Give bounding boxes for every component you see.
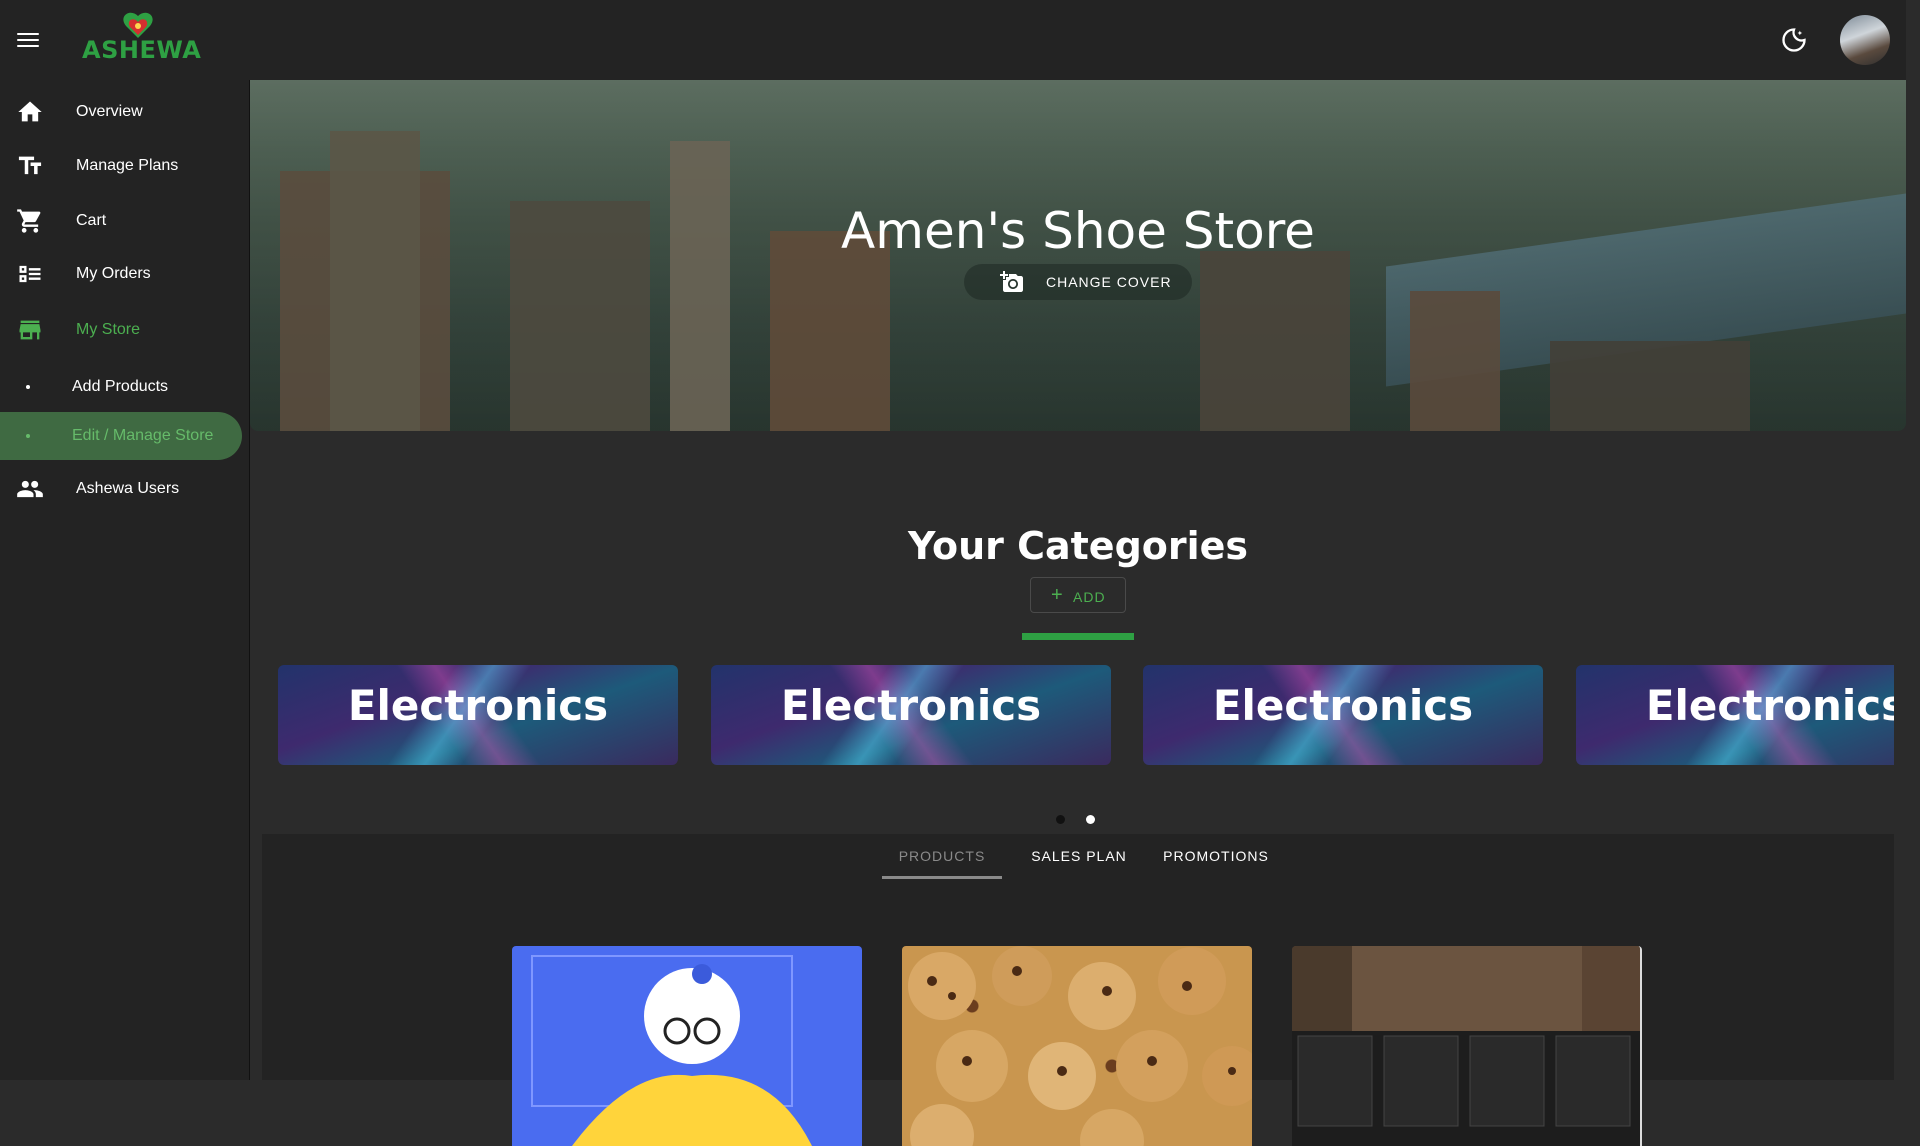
sidebar-item-my-orders[interactable]: My Orders: [0, 250, 250, 298]
active-tab-indicator: [882, 876, 1002, 879]
sidebar-item-manage-plans[interactable]: Manage Plans: [0, 142, 250, 190]
title-underline: [1022, 633, 1134, 640]
tab-promotions[interactable]: PROMOTIONS: [1146, 848, 1286, 878]
product-image[interactable]: [1292, 946, 1642, 1146]
sidebar-item-label: Add Products: [72, 378, 169, 395]
sidebar: Overview Manage Plans Cart My Orders My …: [0, 80, 250, 1080]
category-label: Electronics: [1645, 681, 1894, 730]
cover-building: [670, 141, 730, 431]
store-icon: [19, 320, 41, 340]
store-title: Amen's Shoe Store: [841, 202, 1315, 260]
sidebar-item-label: Ashewa Users: [76, 480, 180, 497]
sidebar-subitem-edit-manage-store[interactable]: Edit / Manage Store: [0, 412, 242, 460]
main-content: Amen's Shoe Store CHANGE COVER Your Cate…: [250, 80, 1906, 1146]
cover-building: [330, 131, 420, 431]
store-cover-image: Amen's Shoe Store CHANGE COVER: [250, 80, 1906, 431]
app-bar: ASHEWA: [0, 0, 1906, 80]
category-label: Electronics: [780, 681, 1042, 730]
category-card[interactable]: Electronics: [1576, 665, 1894, 765]
carousel-dot[interactable]: [1056, 815, 1065, 824]
sidebar-item-label: My Store: [76, 321, 141, 338]
sidebar-item-cart[interactable]: Cart: [0, 197, 250, 245]
bullet-icon: [26, 385, 30, 389]
home-icon: [18, 101, 42, 122]
cover-building: [1410, 291, 1500, 431]
change-cover-button[interactable]: CHANGE COVER: [964, 264, 1192, 300]
cover-building: [1550, 341, 1750, 431]
text-fields-icon: [18, 156, 42, 175]
sidebar-item-overview[interactable]: Overview: [0, 88, 250, 136]
cover-building: [1200, 251, 1350, 431]
tab-sales-plan[interactable]: SALES PLAN: [1014, 848, 1144, 878]
bullet-icon: [26, 434, 30, 438]
cover-building: [770, 231, 890, 431]
sidebar-item-label: My Orders: [76, 265, 151, 282]
category-label: Electronics: [1212, 681, 1474, 730]
sidebar-item-label: Overview: [76, 103, 143, 120]
product-image[interactable]: [902, 946, 1252, 1146]
plus-icon: +: [1051, 584, 1063, 606]
carousel-pagination: [1056, 815, 1116, 827]
add-category-label: ADD: [1073, 589, 1106, 605]
store-tabs-panel: PRODUCTS SALES PLAN PROMOTIONS: [262, 834, 1894, 1146]
sidebar-item-label: Cart: [76, 212, 107, 229]
category-label: Electronics: [347, 681, 609, 730]
carousel-dot-active[interactable]: [1086, 815, 1095, 824]
category-card[interactable]: Electronics: [711, 665, 1111, 765]
menu-icon[interactable]: [14, 26, 42, 54]
sidebar-item-label: Manage Plans: [76, 157, 179, 174]
add-photo-icon: [1000, 271, 1023, 292]
sidebar-item-label: Edit / Manage Store: [72, 427, 214, 444]
dark-mode-icon[interactable]: [1780, 26, 1808, 54]
tab-products[interactable]: PRODUCTS: [882, 848, 1002, 878]
product-image[interactable]: [512, 946, 862, 1146]
user-avatar[interactable]: [1840, 15, 1890, 65]
category-card[interactable]: Electronics: [278, 665, 678, 765]
logo-text: ASHEWA: [82, 36, 202, 64]
category-carousel: Electronics Electronics Electronics Elec…: [278, 665, 1894, 765]
users-icon: [17, 480, 43, 498]
add-category-button[interactable]: + ADD: [1030, 577, 1126, 613]
change-cover-label: CHANGE COVER: [1046, 274, 1172, 290]
sidebar-item-ashewa-users[interactable]: Ashewa Users: [0, 465, 250, 513]
sidebar-item-my-store[interactable]: My Store: [0, 306, 250, 354]
categories-title: Your Categories: [907, 524, 1249, 568]
category-card[interactable]: Electronics: [1143, 665, 1543, 765]
ashewa-logo[interactable]: ASHEWA: [82, 10, 202, 70]
sidebar-subitem-add-products[interactable]: Add Products: [0, 363, 242, 411]
cart-icon: [17, 209, 41, 233]
checklist-icon: [19, 265, 41, 283]
